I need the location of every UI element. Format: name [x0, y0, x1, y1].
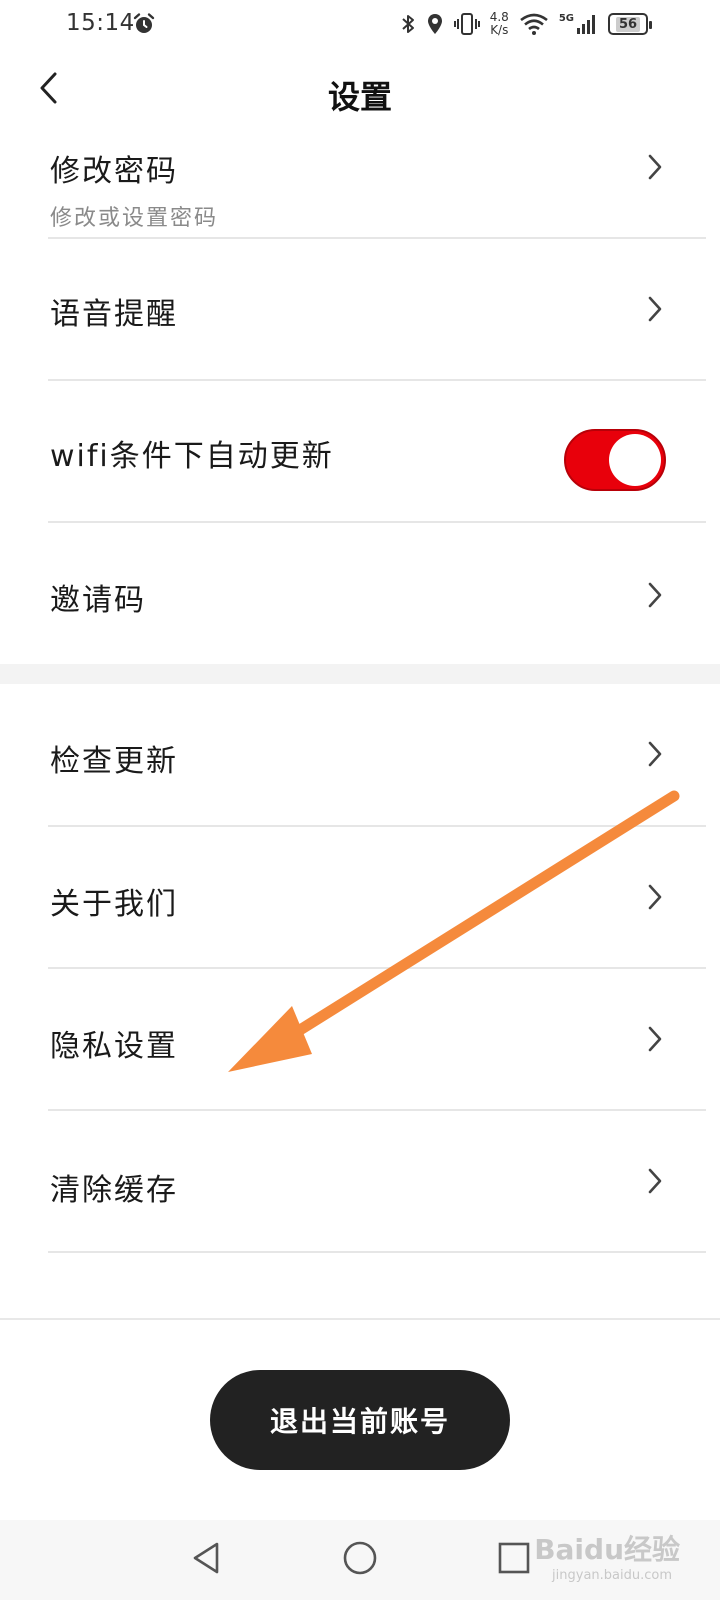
settings-item-check-update[interactable]: 检查更新: [0, 684, 720, 824]
settings-item-invite-code[interactable]: 邀请码: [0, 523, 720, 663]
cellular-signal: 5G: [559, 13, 598, 35]
status-time: 15:14: [66, 10, 135, 36]
chevron-right-icon: [648, 154, 662, 180]
nav-back-button[interactable]: [184, 1536, 228, 1580]
section-separator: [0, 664, 720, 684]
settings-item-label: 清除缓存: [50, 1173, 178, 1208]
chevron-right-icon: [648, 1026, 662, 1052]
wifi-icon: [520, 13, 548, 35]
settings-item-label: 邀请码: [50, 583, 146, 618]
settings-item-label: 关于我们: [50, 887, 178, 922]
settings-item-label: 语音提醒: [50, 297, 178, 332]
chevron-right-icon: [648, 296, 662, 322]
watermark-url: jingyan.baidu.com: [552, 1568, 672, 1583]
battery-level: 56: [615, 16, 641, 32]
square-recents-icon: [498, 1542, 530, 1574]
settings-item-subtitle: 修改或设置密码: [50, 206, 219, 231]
battery-icon: 56: [608, 13, 652, 35]
wifi-auto-update-toggle[interactable]: [564, 429, 666, 491]
bluetooth-icon: [402, 15, 414, 33]
settings-item-voice-reminder[interactable]: 语音提醒: [0, 239, 720, 379]
settings-item-change-password[interactable]: 修改密码 修改或设置密码: [0, 138, 720, 238]
network-type-label: 5G: [558, 13, 574, 24]
nav-recents-button[interactable]: [492, 1536, 536, 1580]
chevron-right-icon: [648, 1168, 662, 1194]
circle-home-icon: [343, 1541, 377, 1575]
watermark-logo: Baidu经验: [534, 1533, 680, 1566]
settings-item-about-us[interactable]: 关于我们: [0, 827, 720, 967]
vibrate-icon: [453, 13, 480, 35]
alarm-clock-icon: [133, 13, 155, 33]
signal-bars-icon: [577, 15, 595, 34]
settings-item-label: 隐私设置: [50, 1029, 178, 1064]
settings-item-privacy-settings[interactable]: 隐私设置: [0, 969, 720, 1109]
triangle-back-icon: [193, 1542, 219, 1574]
page-title: 设置: [327, 78, 392, 116]
location-icon: [427, 14, 442, 34]
logout-button[interactable]: 退出当前账号: [210, 1370, 510, 1470]
settings-item-label: 修改密码: [50, 154, 178, 189]
settings-item-clear-cache[interactable]: 清除缓存: [0, 1111, 720, 1251]
network-speed: 4.8 K/s: [489, 10, 509, 37]
divider: [48, 1251, 706, 1253]
toggle-knob: [609, 434, 661, 486]
settings-item-label: 检查更新: [50, 744, 178, 779]
chevron-right-icon: [648, 582, 662, 608]
app-header: 设置: [0, 48, 720, 138]
divider: [0, 1318, 720, 1320]
status-bar: 15:14 4.8 K/s 5G 56: [0, 0, 720, 48]
settings-item-label: wifi条件下自动更新: [50, 439, 334, 474]
chevron-right-icon: [648, 741, 662, 767]
nav-home-button[interactable]: [338, 1536, 382, 1580]
chevron-right-icon: [648, 884, 662, 910]
